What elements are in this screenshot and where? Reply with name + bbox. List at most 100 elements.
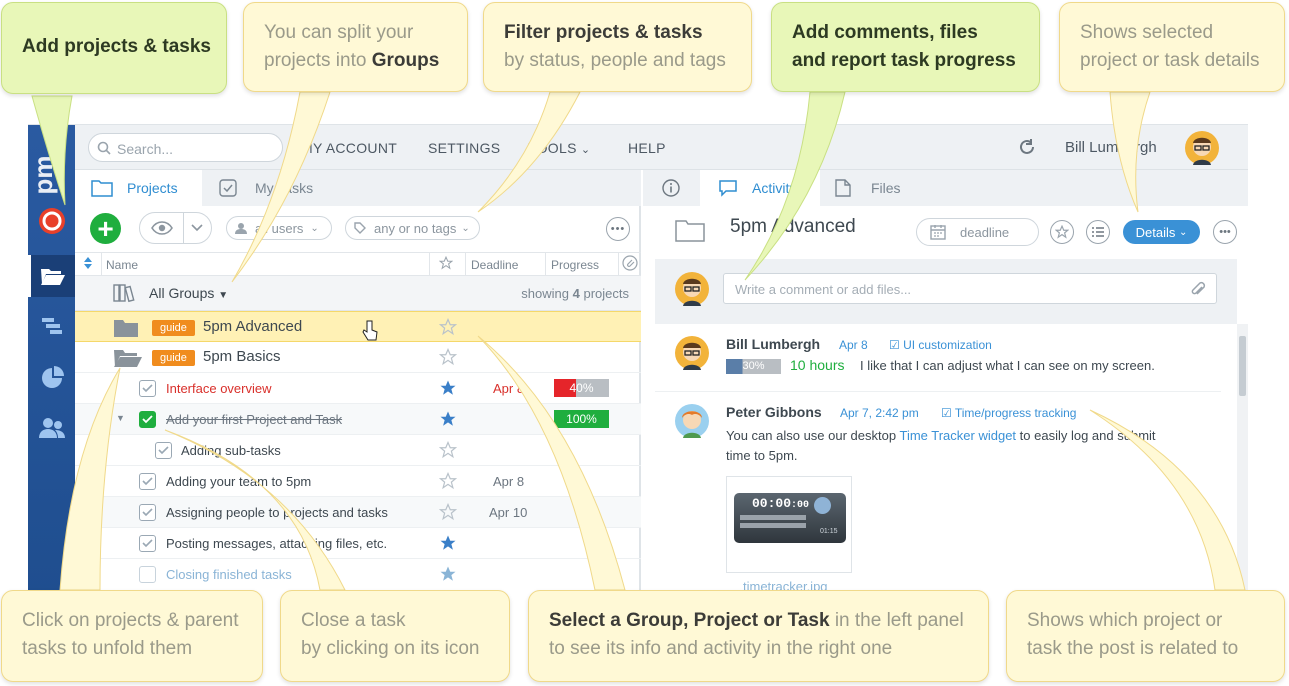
task-row[interactable]: Closing finished tasks: [75, 559, 641, 590]
scrollbar[interactable]: [1237, 324, 1248, 594]
task-row[interactable]: ▼ Add your first Project and Task 100%: [75, 404, 641, 435]
cursor-icon: [362, 320, 378, 341]
menu-settings[interactable]: SETTINGS: [428, 140, 500, 156]
task-checkbox[interactable]: [155, 442, 172, 459]
star-icon[interactable]: [439, 503, 457, 521]
user-avatar[interactable]: [1185, 131, 1219, 165]
sidebar-item-gantt[interactable]: [28, 305, 75, 347]
sort-icon[interactable]: [83, 256, 93, 273]
menu-my-account[interactable]: MY ACCOUNT: [301, 140, 397, 156]
task-row[interactable]: Interface overview Apr 8 40%: [75, 373, 641, 404]
column-progress[interactable]: Progress: [551, 258, 599, 272]
right-tabs: Activity Files: [643, 170, 1248, 206]
task-checkbox[interactable]: [139, 380, 156, 397]
post-text-before: You can also use our desktop: [726, 428, 897, 443]
comment-input[interactable]: Write a comment or add files...: [723, 273, 1217, 304]
more-options-button[interactable]: •••: [606, 217, 630, 241]
showing-number: 4: [572, 286, 580, 301]
sidebar-item-reports[interactable]: [28, 357, 75, 399]
task-deadline: Apr 8: [493, 474, 525, 489]
post-link[interactable]: Time Tracker widget: [899, 428, 1016, 443]
post-related-link[interactable]: ☑ UI customization: [889, 338, 992, 352]
post-author[interactable]: Peter Gibbons: [726, 404, 822, 420]
star-filled-icon[interactable]: [439, 534, 457, 552]
star-icon[interactable]: [439, 441, 457, 459]
post-related-label: Time/progress tracking: [954, 406, 1077, 420]
task-name: Add your first Project and Task: [166, 412, 343, 427]
tab-info[interactable]: [643, 170, 699, 206]
task-checkbox[interactable]: [139, 535, 156, 552]
deadline-button[interactable]: deadline: [916, 218, 1039, 246]
column-name[interactable]: Name: [106, 258, 138, 272]
callout-select-line1: Select a Group, Project or Task in the l…: [549, 607, 968, 635]
column-star-icon[interactable]: [438, 255, 454, 273]
task-row[interactable]: Assigning people to projects and tasks A…: [75, 497, 641, 528]
folder-icon: [91, 180, 113, 197]
all-groups-row[interactable]: All Groups ▼ showing 4 projects: [75, 276, 641, 311]
user-name[interactable]: Bill Lumbergh: [1065, 139, 1157, 156]
scrollbar-thumb[interactable]: [1239, 336, 1246, 396]
callout-details-line2: project or task details: [1080, 50, 1260, 71]
menu-help[interactable]: HELP: [628, 140, 666, 156]
task-checkbox[interactable]: [139, 566, 156, 583]
widget-time-secs: :00: [791, 500, 810, 511]
column-deadline[interactable]: Deadline: [471, 258, 518, 272]
all-groups-dropdown[interactable]: All Groups ▼: [149, 285, 228, 301]
tags-filter[interactable]: any or no tags ⌄: [345, 216, 480, 240]
details-dropdown[interactable]: Details ⌄: [1123, 220, 1200, 244]
post-related-label: UI customization: [903, 338, 992, 352]
star-button[interactable]: [1050, 220, 1074, 244]
more-options-button[interactable]: •••: [1213, 220, 1237, 244]
tab-files[interactable]: Files: [835, 170, 945, 206]
star-filled-icon[interactable]: [439, 410, 457, 428]
file-icon: [835, 179, 851, 197]
activity-post: Bill Lumbergh Apr 8 ☑ UI customization 3…: [655, 336, 1221, 392]
callout-related-line2: task the post is related to: [1027, 638, 1239, 659]
tab-activity-label: Activity: [752, 180, 797, 196]
star-icon[interactable]: [439, 318, 457, 336]
author-avatar: [675, 404, 709, 438]
caret-down-icon[interactable]: ▼: [116, 413, 125, 423]
task-checkbox[interactable]: [139, 473, 156, 490]
list-button[interactable]: [1086, 220, 1110, 244]
star-filled-icon[interactable]: [439, 379, 457, 397]
refresh-icon[interactable]: [1018, 138, 1036, 156]
sidebar-item-people[interactable]: [28, 407, 75, 449]
app-logo[interactable]: pm: [34, 143, 70, 239]
callout-select-bold: Select a Group, Project or Task: [549, 610, 830, 631]
view-filter-dropdown[interactable]: [139, 212, 212, 244]
add-button[interactable]: +: [90, 213, 121, 244]
users-filter-label: all users: [255, 220, 304, 236]
task-row[interactable]: Adding sub-tasks: [75, 435, 641, 466]
sidebar-item-projects[interactable]: [28, 255, 75, 297]
menu-tools[interactable]: TOOLS ⌄: [528, 140, 590, 156]
app-window: pm Search... MY ACCOUNT SETTINGS TOOLS ⌄…: [28, 124, 1248, 594]
tab-my-tasks[interactable]: My Tasks: [219, 170, 359, 206]
task-row[interactable]: Adding your team to 5pm Apr 8: [75, 466, 641, 497]
progress-bar: 100%: [554, 410, 609, 428]
widget-time: 00:00:00: [752, 496, 809, 511]
tab-projects[interactable]: Projects: [75, 170, 202, 206]
star-icon[interactable]: [439, 472, 457, 490]
user-icon: [235, 223, 247, 234]
top-bar: Search... MY ACCOUNT SETTINGS TOOLS ⌄ HE…: [75, 125, 1248, 170]
attachment-thumbnail[interactable]: 00:00:00 01:15: [726, 476, 852, 573]
project-row[interactable]: guide 5pm Advanced: [75, 311, 641, 342]
users-filter[interactable]: all users ⌄: [226, 216, 332, 240]
tab-my-tasks-label: My Tasks: [255, 180, 314, 196]
star-filled-icon[interactable]: [439, 565, 457, 583]
tab-activity[interactable]: Activity: [700, 170, 820, 206]
search-input[interactable]: Search...: [88, 133, 283, 162]
project-row[interactable]: guide 5pm Basics: [75, 342, 641, 373]
task-name: Assigning people to projects and tasks: [166, 505, 388, 520]
star-icon[interactable]: [439, 348, 457, 366]
task-checkbox[interactable]: [139, 411, 156, 428]
callout-close: Close a task by clicking on its icon: [280, 590, 510, 682]
task-row[interactable]: Posting messages, attaching files, etc.: [75, 528, 641, 559]
paperclip-icon[interactable]: [1190, 281, 1206, 299]
caret-down-icon: ▼: [218, 290, 229, 301]
post-related-link[interactable]: ☑ Time/progress tracking: [941, 406, 1076, 420]
post-author[interactable]: Bill Lumbergh: [726, 336, 820, 352]
task-checkbox[interactable]: [139, 504, 156, 521]
check-icon: [142, 508, 153, 517]
